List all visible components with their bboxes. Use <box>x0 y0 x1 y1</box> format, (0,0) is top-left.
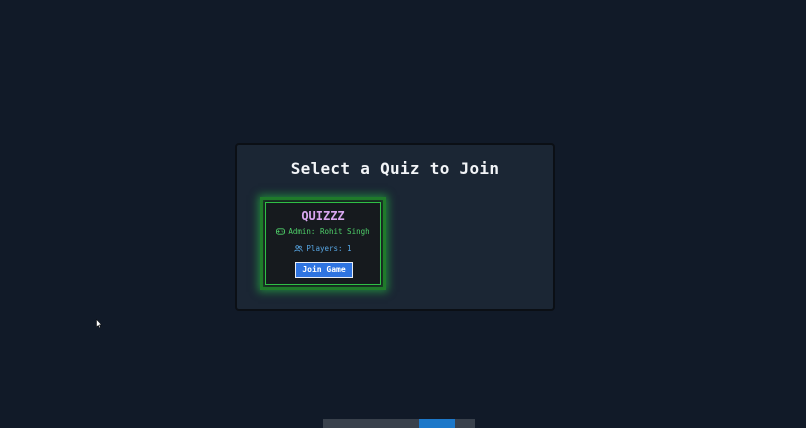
screen-share-bar <box>323 419 475 428</box>
users-icon <box>294 244 304 254</box>
quiz-admin: Admin: Rohit Singh <box>263 227 383 237</box>
page-title: Select a Quiz to Join <box>290 159 500 178</box>
quiz-name: QUIZZZ <box>301 209 345 223</box>
mouse-cursor-icon <box>96 314 103 333</box>
quiz-players: Players: 1 <box>263 244 383 254</box>
join-game-button[interactable]: Join Game <box>295 262 353 278</box>
quiz-players-label: Players: 1 <box>306 244 352 253</box>
quiz-card[interactable]: QUIZZZ Admin: Rohit Singh Players: 1 Joi… <box>260 197 386 290</box>
quiz-select-panel: Select a Quiz to Join QUIZZZ Admin: Rohi… <box>235 143 555 311</box>
page: Select a Quiz to Join QUIZZZ Admin: Rohi… <box>0 0 806 428</box>
gamepad-icon <box>276 227 286 237</box>
quiz-admin-label: Admin: Rohit Singh <box>288 227 370 236</box>
stop-sharing-button[interactable] <box>419 419 455 428</box>
